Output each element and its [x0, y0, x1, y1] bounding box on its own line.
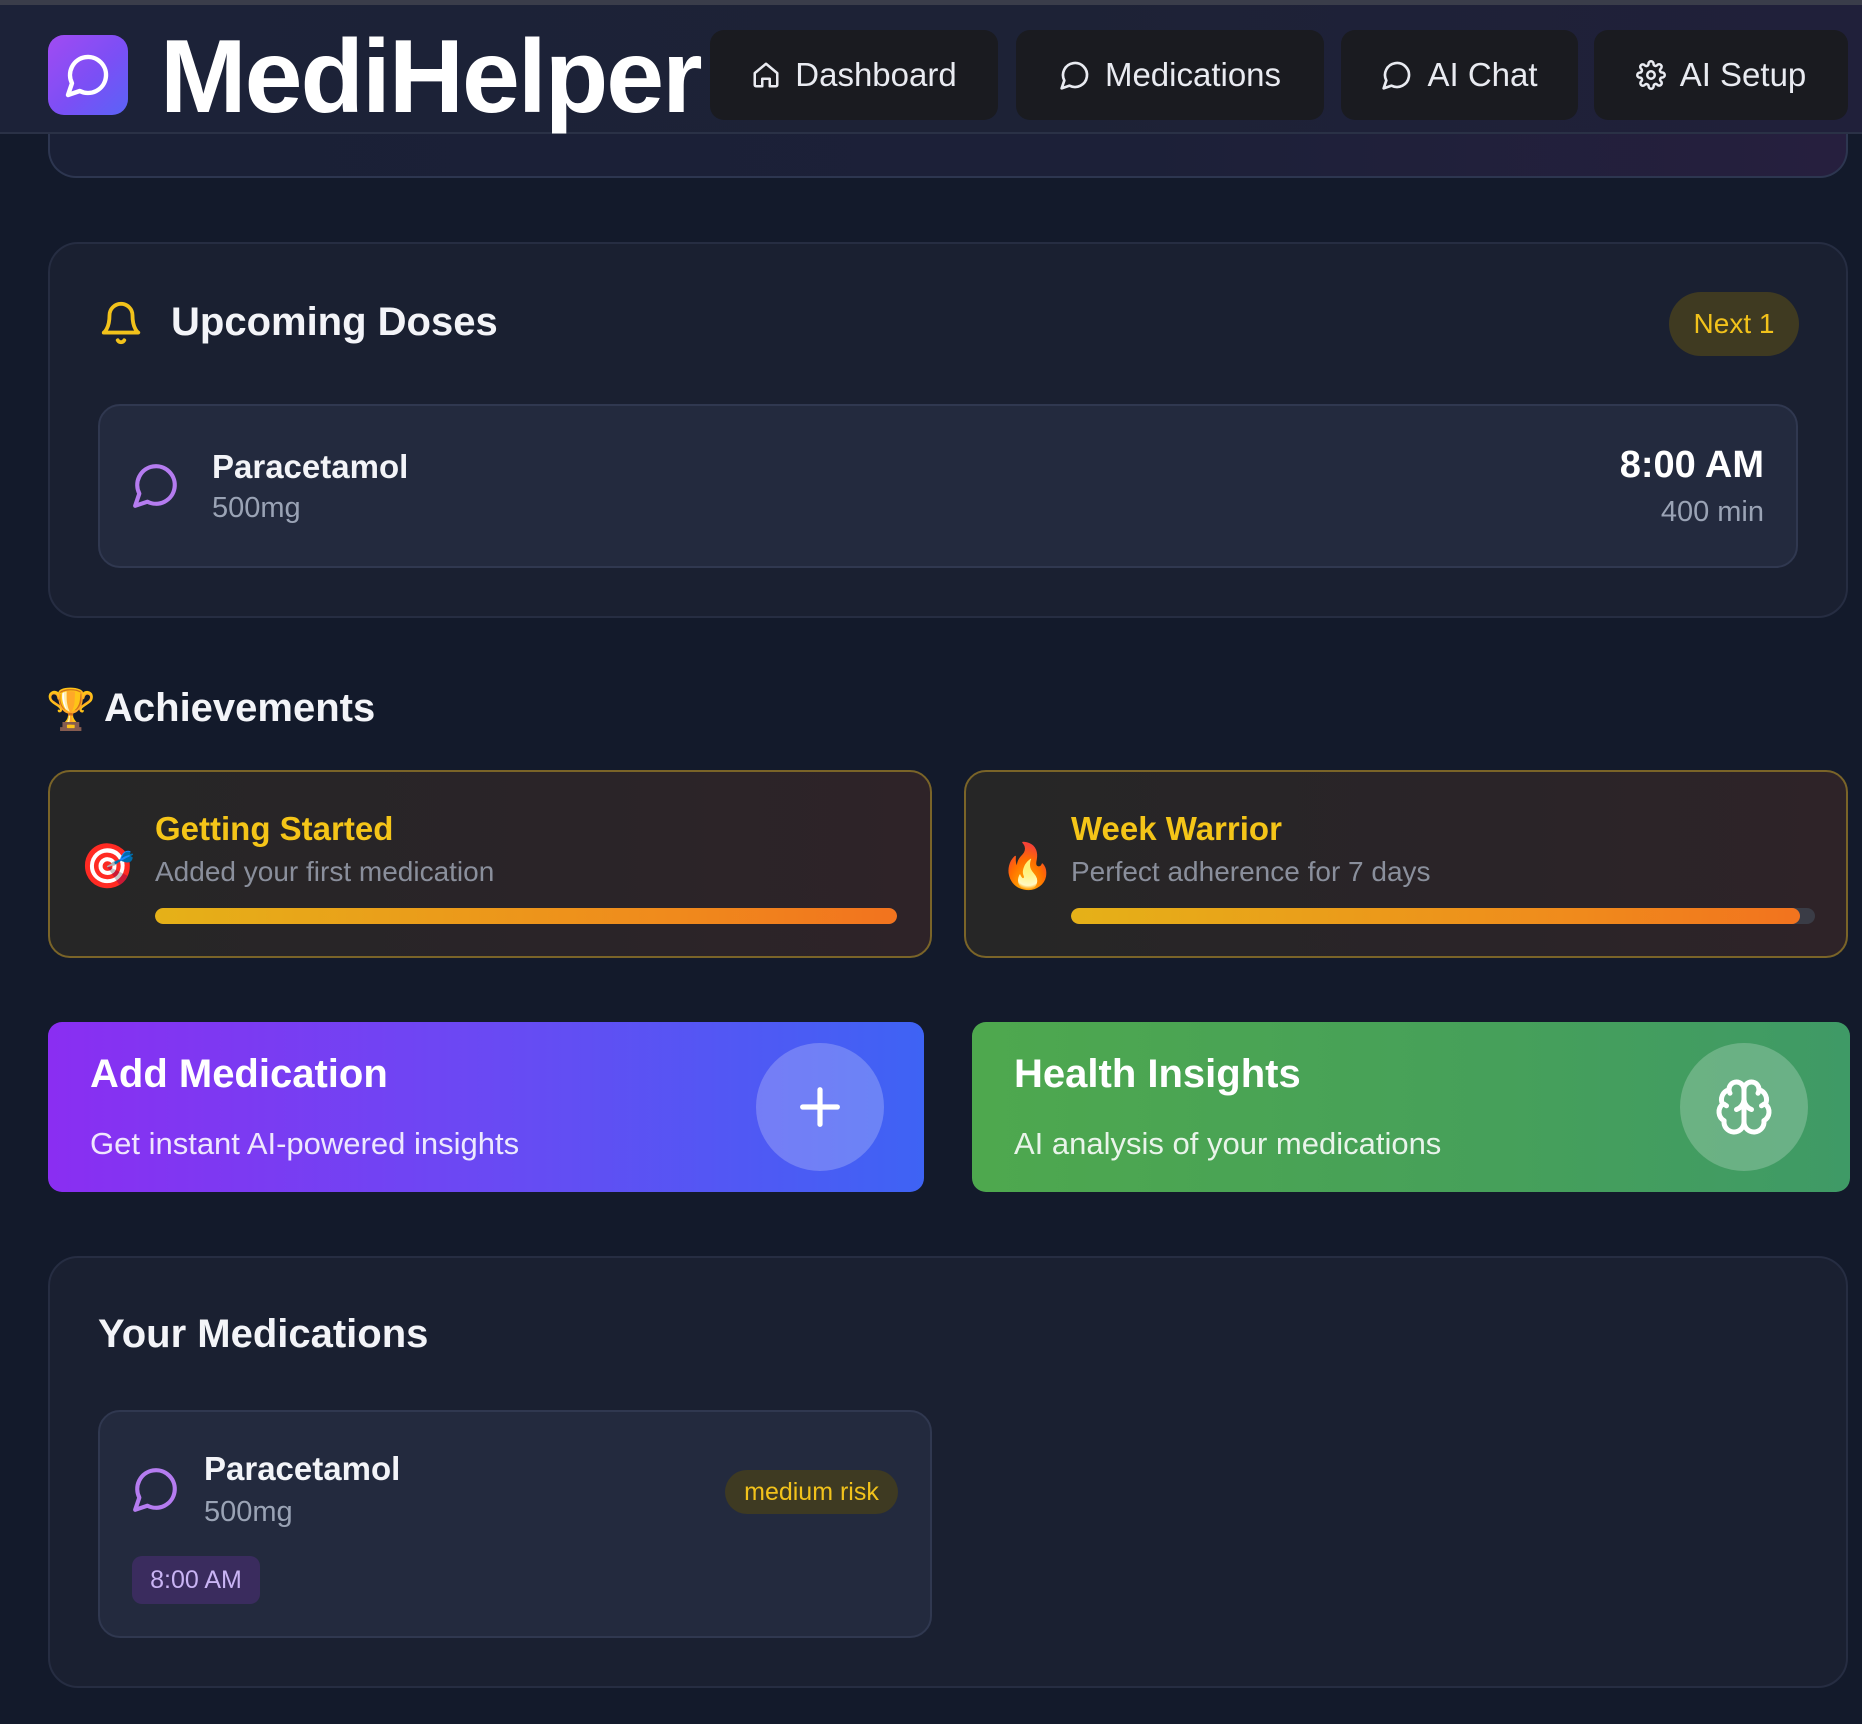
plus-icon	[800, 1087, 840, 1127]
achievement-description: Perfect adherence for 7 days	[1071, 856, 1431, 887]
nav-medications[interactable]: Medications	[1016, 30, 1324, 120]
nav-ai-setup[interactable]: AI Setup	[1594, 30, 1848, 120]
health-insights-description: AI analysis of your medications	[1014, 1126, 1442, 1161]
dose-amount: 500mg	[212, 492, 301, 524]
risk-badge: medium risk	[725, 1470, 898, 1514]
nav-dashboard-label: Dashboard	[795, 56, 957, 93]
achievement-title: Week Warrior	[1071, 810, 1282, 847]
your-medications-title: Your Medications	[98, 1312, 429, 1356]
upcoming-dose-card[interactable]	[98, 404, 1798, 568]
nav-medications-label: Medications	[1104, 56, 1282, 93]
health-insights-title: Health Insights	[1014, 1052, 1301, 1096]
dose-time-remaining: 400 min	[1660, 496, 1764, 528]
achievement-progress-bar	[155, 908, 897, 924]
medication-amount: 500mg	[204, 1496, 293, 1528]
brain-icon	[1716, 1079, 1772, 1135]
nav-ai-chat[interactable]: AI Chat	[1341, 30, 1578, 120]
app-title: MediHelper	[160, 19, 703, 135]
gear-icon	[1635, 60, 1666, 90]
nav-ai-setup-label: AI Setup	[1679, 56, 1807, 93]
add-medication-description: Get instant AI-powered insights	[90, 1126, 520, 1161]
medication-time-chip: 8:00 AM	[132, 1556, 260, 1604]
target-icon: 🎯	[80, 842, 135, 891]
upcoming-doses-title: Upcoming Doses	[171, 300, 498, 344]
add-medication-title: Add Medication	[90, 1052, 388, 1096]
achievement-progress-fill	[155, 908, 897, 924]
trophy-icon: 🏆	[46, 688, 96, 732]
chat-bubble-icon	[133, 1468, 177, 1512]
bell-icon	[101, 302, 141, 345]
achievements-title: Achievements	[104, 686, 376, 730]
top-bar: MediHelper Dashboard Medications AI Chat…	[0, 0, 1862, 135]
dose-time: 8:00 AM	[1619, 444, 1764, 486]
chat-bubble-icon	[133, 464, 177, 508]
nav-ai-chat-label: AI Chat	[1427, 56, 1538, 93]
home-icon	[753, 62, 779, 88]
chat-bubble-icon	[65, 54, 109, 98]
medication-name: Paracetamol	[204, 1450, 401, 1487]
next-count-badge: Next 1	[1669, 292, 1799, 356]
fire-icon: 🔥	[1000, 842, 1055, 891]
achievement-progress-fill	[1071, 908, 1801, 924]
health-insights-button[interactable]	[1680, 1043, 1808, 1171]
achievement-progress-bar	[1071, 908, 1815, 924]
chat-bubble-icon	[1382, 61, 1411, 90]
nav-dashboard[interactable]: Dashboard	[710, 30, 998, 120]
app-logo[interactable]	[48, 35, 128, 115]
chat-bubble-icon	[1060, 61, 1089, 90]
dose-medication-name: Paracetamol	[212, 448, 409, 485]
achievement-title: Getting Started	[155, 810, 394, 847]
achievement-description: Added your first medication	[155, 856, 495, 887]
add-medication-button[interactable]	[756, 1043, 884, 1171]
